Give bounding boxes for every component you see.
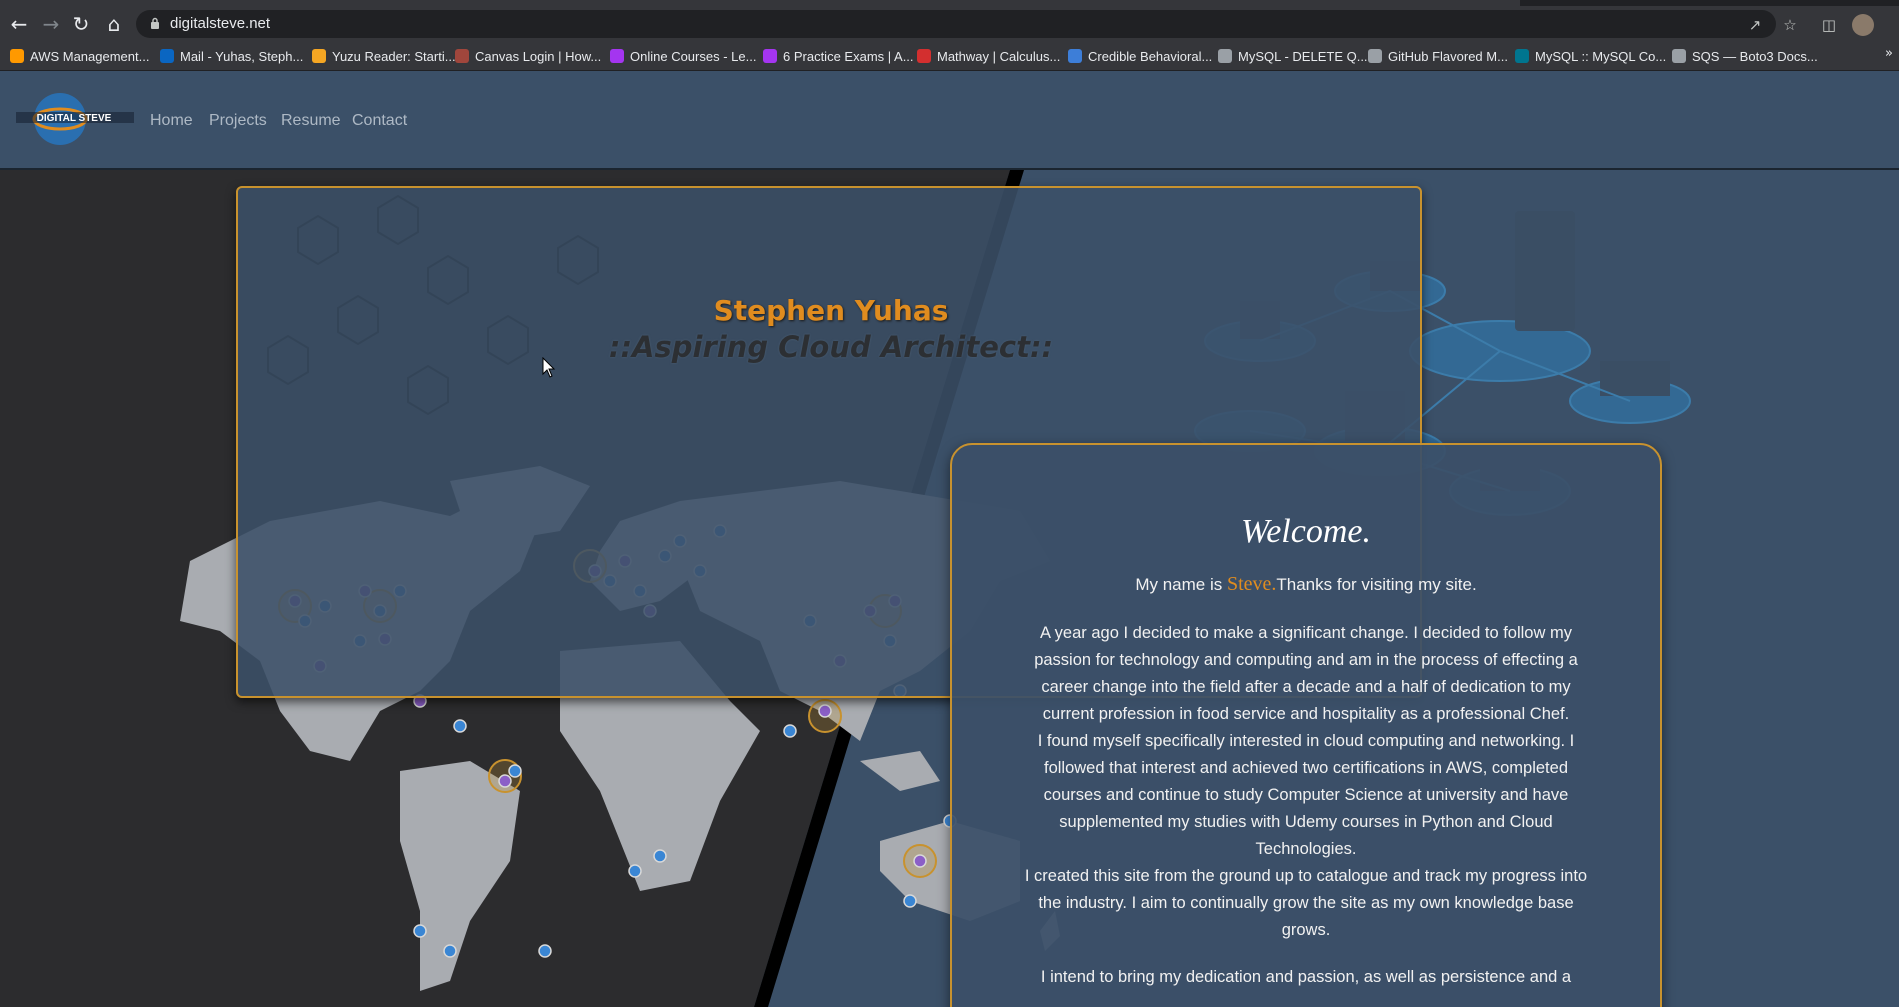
bookmark-favicon-icon [610,49,624,63]
bookmark-favicon-icon [10,49,24,63]
bookmarks-bar: AWS Management... Mail - Yuhas, Steph... Y… [0,42,1899,71]
bookmark-favicon-icon [1515,49,1529,63]
bookmark-item[interactable]: Yuzu Reader: Starti... [312,46,456,66]
bookmark-label: SQS — Boto3 Docs... [1692,48,1818,64]
url-text[interactable]: digitalsteve.net [170,15,270,32]
bookmark-label: Canvas Login | How... [475,48,602,64]
bookmark-favicon-icon [1068,49,1082,63]
hero-name: Stephen Yuhas [713,294,949,327]
bookmark-label: AWS Management... [30,48,150,64]
bookmark-label: MySQL - DELETE Q... [1238,48,1368,64]
intro-before: My name is [1135,575,1227,594]
digital-steve-logo[interactable]: DIGITAL STEVE [14,91,136,147]
map-location-dot [443,944,457,958]
bookmark-favicon-icon [1672,49,1686,63]
welcome-paragraph-1: A year ago I decided to make a significa… [1034,624,1578,723]
welcome-paragraph-4: I intend to bring my dedication and pass… [1040,968,1572,986]
home-icon[interactable]: ⌂ [100,10,128,38]
bookmark-item[interactable]: MySQL - DELETE Q... [1218,46,1368,66]
bookmark-label: GitHub Flavored M... [1388,48,1508,64]
nav-resume[interactable]: Resume [281,112,341,130]
reload-icon[interactable]: ↻ [67,10,95,38]
side-panel-icon[interactable]: ◫ [1820,16,1838,34]
address-bar[interactable]: digitalsteve.net ↗ [136,10,1776,38]
welcome-paragraph-3: I created this site from the ground up t… [1024,867,1588,939]
map-location-dot [413,924,427,938]
map-location-dot [913,854,927,868]
bookmark-item[interactable]: Credible Behavioral... [1068,46,1212,66]
bookmark-favicon-icon [1218,49,1232,63]
bookmark-label: Mail - Yuhas, Steph... [180,48,304,64]
profile-avatar[interactable] [1852,14,1874,36]
bookmark-label: MySQL :: MySQL Co... [1535,48,1667,64]
bookmark-item[interactable]: GitHub Flavored M... [1368,46,1508,66]
map-location-dot [783,724,797,738]
map-location-dot [453,719,467,733]
forward-icon[interactable]: → [37,10,65,38]
welcome-paragraph-2: I found myself specifically interested i… [1037,732,1575,858]
bookmark-favicon-icon [455,49,469,63]
map-location-dot [538,944,552,958]
map-location-dot [903,894,917,908]
bookmark-star-icon[interactable]: ☆ [1781,16,1799,34]
page-viewport: DIGITAL STEVE Home Projects Resume Conta… [0,71,1899,1007]
intro-after: Thanks for visiting my site. [1276,575,1477,594]
bookmark-item[interactable]: Canvas Login | How... [455,46,601,66]
bookmark-favicon-icon [1368,49,1382,63]
bookmark-label: Online Courses - Le... [630,48,757,64]
hero-subtitle: ::Aspiring Cloud Architect:: [608,330,1054,364]
bookmark-label: Credible Behavioral... [1088,48,1213,64]
bookmark-label: Mathway | Calculus... [937,48,1061,64]
welcome-title: Welcome. [1241,513,1371,550]
bookmark-item[interactable]: SQS — Boto3 Docs... [1672,46,1818,66]
nav-projects[interactable]: Projects [209,112,267,130]
bookmark-item[interactable]: 6 Practice Exams | A... [763,46,914,66]
bookmark-item[interactable]: MySQL :: MySQL Co... [1515,46,1666,66]
bookmark-favicon-icon [160,49,174,63]
bookmark-favicon-icon [763,49,777,63]
map-location-dot [498,774,512,788]
bookmark-item[interactable]: Mail - Yuhas, Steph... [160,46,303,66]
bookmark-label: Yuzu Reader: Starti... [332,48,456,64]
lock-icon [151,17,159,29]
map-location-dot [653,849,667,863]
bookmarks-overflow-icon[interactable]: » [1885,46,1893,61]
mouse-cursor [542,357,556,378]
welcome-intro: My name is Steve.Thanks for visiting my … [952,573,1660,596]
nav-contact[interactable]: Contact [352,112,407,130]
back-icon[interactable]: ← [5,10,33,38]
map-location-dot [818,704,832,718]
bookmark-favicon-icon [312,49,326,63]
bookmark-item[interactable]: AWS Management... [10,46,149,66]
intro-name: Steve. [1226,573,1277,595]
bookmark-item[interactable]: Mathway | Calculus... [917,46,1060,66]
share-icon[interactable]: ↗ [1746,16,1764,34]
browser-toolbar: ← → ↻ ⌂ digitalsteve.net ↗ ☆ ◫ [0,6,1899,42]
nav-home[interactable]: Home [150,112,193,130]
map-location-dot [508,764,522,778]
welcome-card: Welcome. My name is Steve.Thanks for vis… [950,443,1662,1007]
site-header: DIGITAL STEVE Home Projects Resume Conta… [0,71,1899,170]
bookmark-favicon-icon [917,49,931,63]
map-location-dot [628,864,642,878]
bookmark-item[interactable]: Online Courses - Le... [610,46,756,66]
logo-text: DIGITAL STEVE [37,113,112,124]
bookmark-label: 6 Practice Exams | A... [783,48,914,64]
